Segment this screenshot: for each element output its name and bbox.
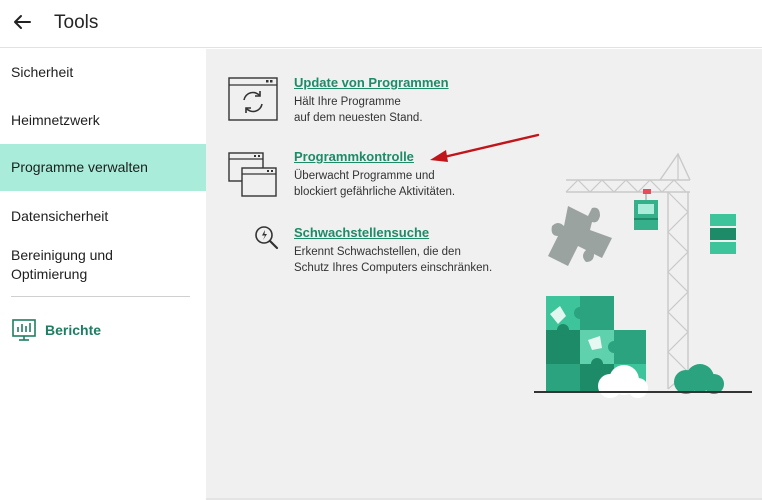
sidebar-divider [11,296,190,297]
vulnerability-scan-desc-line2: Schutz Ihres Computers einschränken. [294,262,493,274]
program-control-icon [228,152,277,197]
sidebar-item-sicherheit[interactable]: Sicherheit [0,63,206,82]
sidebar: Sicherheit Heimnetzwerk Programme verwal… [0,49,206,500]
back-arrow-icon[interactable] [10,10,34,34]
program-control-desc-line2: blockiert gefährliche Aktivitäten. [294,186,456,198]
sidebar-item-heimnetzwerk[interactable]: Heimnetzwerk [0,111,206,130]
crane-puzzle-illustration [534,152,752,398]
program-control-desc-line1: Überwacht Programme und [294,170,435,182]
vulnerability-scan-link[interactable]: Schwachstellensuche [294,225,492,240]
program-control-description: Überwacht Programme und blockiert gefähr… [294,168,455,200]
sidebar-item-bereinigung-line2: Optimierung [11,266,88,282]
sidebar-item-programme-verwalten[interactable]: Programme verwalten [0,144,206,191]
update-programs-link[interactable]: Update von Programmen [294,75,449,90]
sidebar-item-bereinigung[interactable]: Bereinigung und Optimierung [0,246,206,284]
update-programs-description: Hält Ihre Programme auf dem neuesten Sta… [294,94,449,126]
vulnerability-scan-desc-line1: Erkennt Schwachstellen, die den [294,246,461,258]
sidebar-item-datensicherheit[interactable]: Datensicherheit [0,207,206,226]
app-header: Tools [0,0,762,48]
tool-vulnerability-scan: Schwachstellensuche Erkennt Schwachstell… [294,225,492,276]
sidebar-item-bereinigung-line1: Bereinigung und [11,247,113,263]
tools-content: Update von Programmen Hält Ihre Programm… [206,49,762,498]
update-programs-icon [228,77,278,121]
reports-chart-icon [12,319,36,341]
update-programs-desc-line2: auf dem neuesten Stand. [294,112,423,124]
reports-button[interactable]: Berichte [11,317,101,343]
tool-update-programs: Update von Programmen Hält Ihre Programm… [294,75,449,126]
vulnerability-scan-icon [255,226,279,250]
page-title: Tools [54,12,99,33]
vulnerability-scan-description: Erkennt Schwachstellen, die den Schutz I… [294,244,492,276]
reports-label: Berichte [45,322,102,338]
update-programs-desc-line1: Hält Ihre Programme [294,96,401,108]
